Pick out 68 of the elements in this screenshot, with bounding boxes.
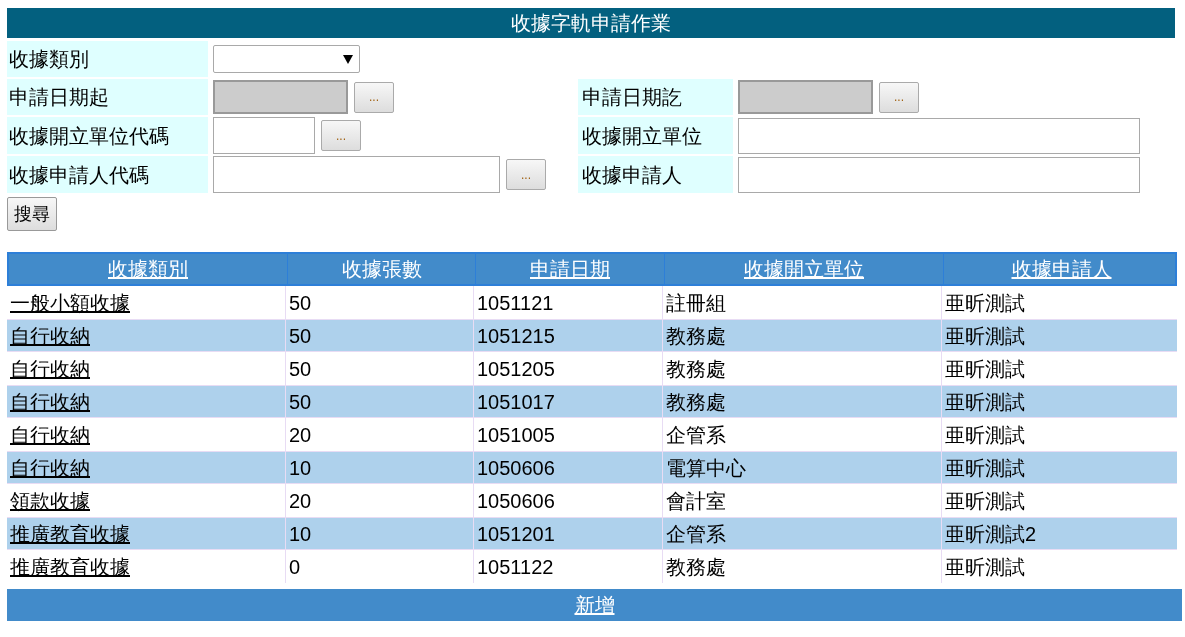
table-cell-text: 20: [289, 488, 312, 514]
column-header[interactable]: 收據類別: [9, 254, 287, 284]
table-cell-text: 1051215: [477, 323, 555, 349]
table-cell-text: 1050606: [477, 488, 555, 514]
table-cell-text: 企管系: [666, 521, 726, 547]
table-cell-text: 50: [289, 323, 312, 349]
table-cell-text: 教務處: [666, 389, 726, 415]
table-cell-text: 教務處: [666, 356, 726, 382]
add-link[interactable]: 新增: [574, 590, 615, 620]
table-cell-text: 亜昕測試: [945, 323, 1025, 349]
field-label: 收據開立單位代碼: [7, 117, 208, 154]
search-button[interactable]: 搜尋: [7, 197, 57, 231]
category-link[interactable]: 推廣教育收據: [10, 518, 130, 549]
column-header[interactable]: 申請日期: [475, 254, 664, 284]
table-cell-text: 會計室: [666, 488, 726, 514]
table-cell-text: 亜昕測試: [945, 554, 1025, 580]
category-link[interactable]: 自行收納: [10, 386, 90, 417]
category-link[interactable]: 自行收納: [10, 320, 90, 351]
table-cell-text: 亜昕測試: [945, 356, 1025, 382]
column-header: 收據張數: [287, 254, 475, 284]
table-cell-text: 50: [289, 389, 312, 415]
table-cell-text: 1051005: [477, 422, 555, 448]
field-label: 收據申請人: [578, 156, 733, 193]
table-cell-text: 亜昕測試: [945, 488, 1025, 514]
table-cell-text: 亜昕測試2: [945, 521, 1037, 547]
field-label: 收據類別: [7, 41, 208, 77]
dropdown-arrow-icon: [343, 54, 353, 64]
table-cell-text: 50: [289, 356, 312, 382]
column-header[interactable]: 收據申請人: [943, 254, 1179, 284]
field-label: 申請日期起: [7, 79, 208, 115]
category-link[interactable]: 領款收據: [10, 485, 90, 516]
column-header[interactable]: 收據開立單位: [664, 254, 943, 284]
table-cell-text: 10: [289, 521, 312, 547]
table-cell-text: 亜昕測試: [945, 389, 1025, 415]
field-label: 申請日期訖: [578, 79, 733, 115]
input-field[interactable]: [738, 156, 1140, 193]
picker-button[interactable]: ...: [506, 159, 546, 190]
table-cell-text: 1051122: [477, 554, 554, 580]
table-cell-text: 企管系: [666, 422, 726, 448]
field-label: 收據申請人代碼: [7, 156, 208, 193]
table-cell-text: 1051017: [477, 389, 555, 415]
table-cell-text: 20: [289, 422, 312, 448]
table-cell-text: 註冊組: [666, 290, 726, 316]
category-link[interactable]: 自行收納: [10, 452, 90, 483]
table-cell-text: 1050606: [477, 455, 555, 481]
input-field[interactable]: [213, 117, 315, 154]
page-title: 收據字軌申請作業: [7, 8, 1175, 38]
table-cell-text: 10: [289, 455, 312, 481]
table-cell-text: 1051121: [477, 290, 554, 316]
category-dropdown[interactable]: [213, 45, 360, 73]
table-cell-text: 亜昕測試: [945, 290, 1025, 316]
input-field[interactable]: [738, 117, 1140, 154]
table-cell-text: 教務處: [666, 554, 726, 580]
input-field[interactable]: [213, 156, 500, 193]
category-link[interactable]: 一般小額收據: [10, 287, 130, 318]
table-cell-text: 亜昕測試: [945, 422, 1025, 448]
category-link[interactable]: 自行收納: [10, 419, 90, 450]
table-cell-text: 1051201: [477, 521, 555, 547]
table-cell-text: 電算中心: [666, 455, 746, 481]
category-link[interactable]: 自行收納: [10, 353, 90, 384]
table-cell-text: 1051205: [477, 356, 555, 382]
category-link[interactable]: 推廣教育收據: [10, 551, 130, 582]
table-cell-text: 亜昕測試: [945, 455, 1025, 481]
picker-button[interactable]: ...: [321, 120, 361, 151]
field-label: 收據開立單位: [578, 117, 733, 154]
table-cell-text: 0: [289, 554, 301, 580]
table-cell-text: 50: [289, 290, 312, 316]
table-cell-text: 教務處: [666, 323, 726, 349]
